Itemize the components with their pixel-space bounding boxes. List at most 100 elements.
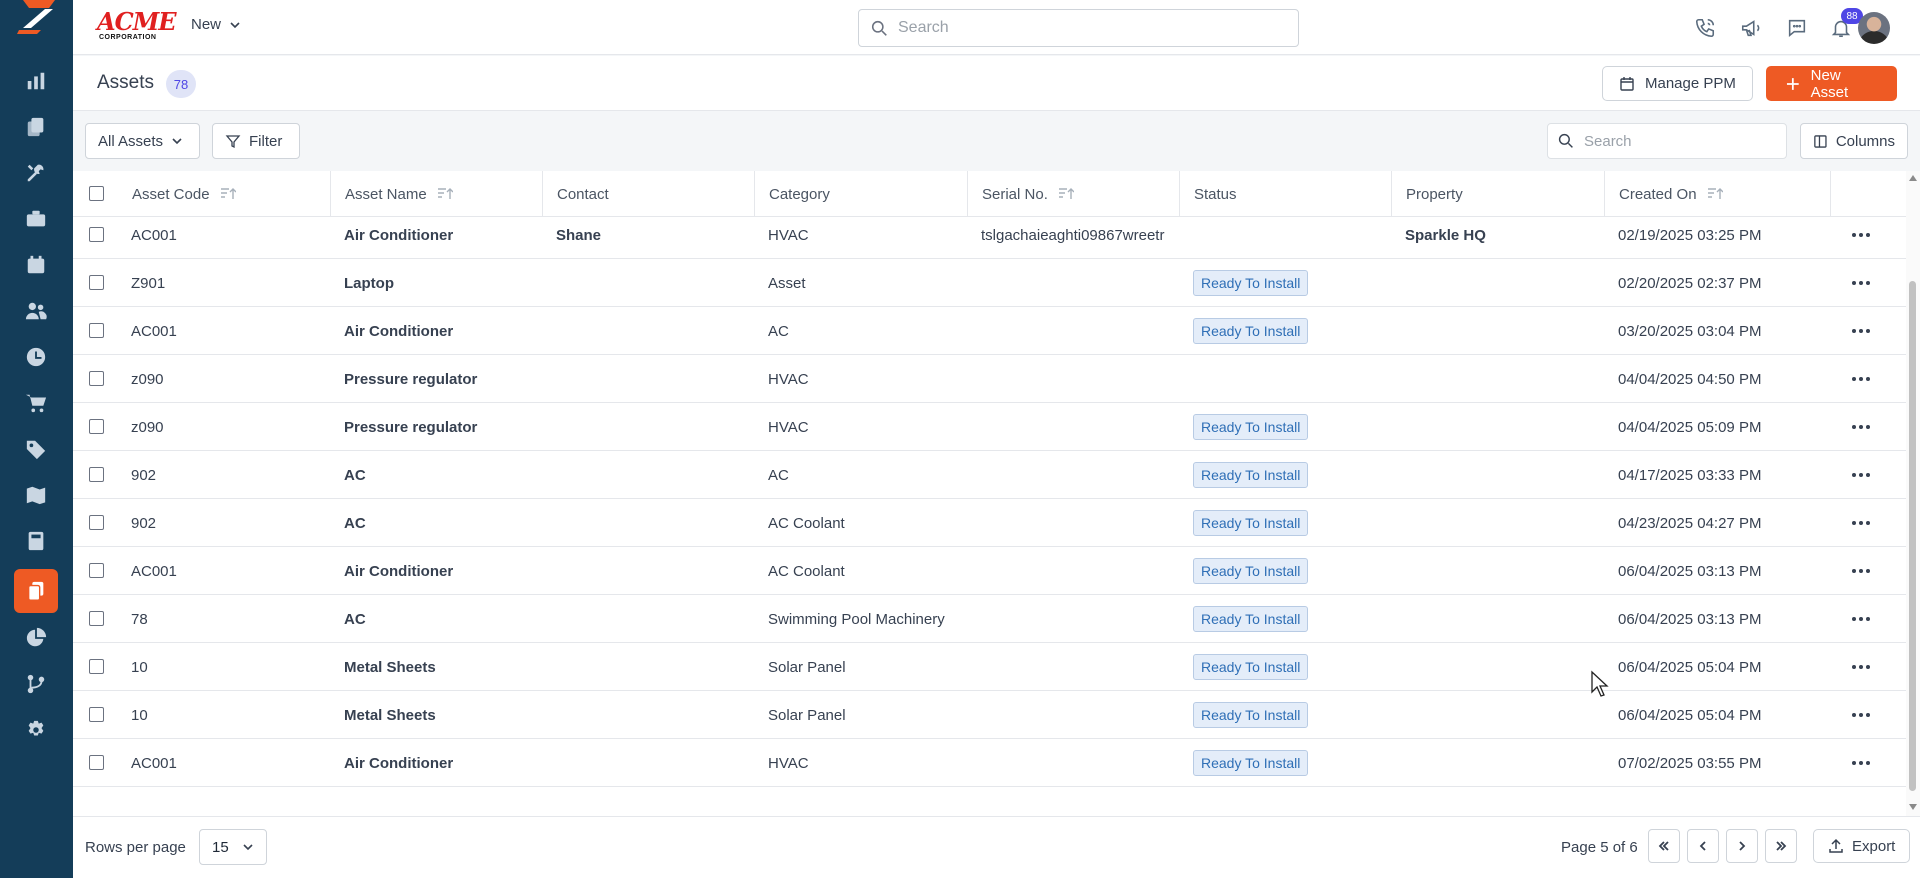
row-checkbox[interactable] — [89, 611, 104, 626]
sidebar-item-calendar[interactable] — [14, 243, 58, 287]
sidebar-item-pie-chart[interactable] — [14, 616, 58, 660]
first-page-button[interactable] — [1648, 829, 1680, 863]
row-checkbox[interactable] — [89, 755, 104, 770]
phone-icon[interactable] — [1691, 14, 1719, 42]
row-actions-menu-icon[interactable] — [1852, 403, 1870, 451]
sort-icon[interactable] — [220, 187, 236, 201]
row-actions-menu-icon[interactable] — [1852, 355, 1870, 403]
created-cell: 06/04/2025 03:13 PM — [1618, 610, 1762, 628]
row-actions-menu-icon[interactable] — [1852, 595, 1870, 643]
row-checkbox[interactable] — [89, 419, 104, 434]
row-actions-menu-icon[interactable] — [1852, 739, 1870, 787]
sort-icon[interactable] — [1707, 187, 1723, 201]
previous-page-button[interactable] — [1687, 829, 1719, 863]
sidebar-item-tag[interactable] — [14, 427, 58, 471]
table-row[interactable]: Z901 Laptop Asset Ready To Install 02/20/202… — [73, 259, 1906, 307]
bell-icon[interactable]: 88 — [1827, 8, 1863, 42]
view-selector[interactable]: All Assets — [85, 123, 200, 159]
sort-icon[interactable] — [437, 187, 453, 201]
row-checkbox[interactable] — [89, 659, 104, 674]
sidebar-item-clock[interactable] — [14, 335, 58, 379]
sidebar-item-assets[interactable] — [14, 569, 58, 613]
row-checkbox[interactable] — [89, 563, 104, 578]
calendar-icon — [27, 255, 45, 274]
table-row[interactable]: 10 Metal Sheets Solar Panel Ready To Instal… — [73, 691, 1906, 739]
column-header-status[interactable]: Status — [1179, 171, 1391, 217]
rows-per-page-select[interactable]: 15 — [199, 829, 267, 865]
table-row[interactable]: z090 Pressure regulator HVAC 04/04/2025 04:… — [73, 355, 1906, 403]
sort-icon[interactable] — [1058, 187, 1074, 201]
sidebar-item-people[interactable] — [14, 289, 58, 333]
table-row[interactable]: 902 AC AC Coolant Ready To Install 04/23/202… — [73, 499, 1906, 547]
manage-ppm-button[interactable]: Manage PPM — [1602, 66, 1753, 101]
row-actions-menu-icon[interactable] — [1852, 451, 1870, 499]
column-header-asset-name[interactable]: Asset Name — [330, 171, 542, 217]
table-row[interactable]: AC001 Air Conditioner AC Ready To Install 03… — [73, 307, 1906, 355]
created-cell: 04/17/2025 03:33 PM — [1618, 466, 1762, 484]
row-checkbox[interactable] — [89, 275, 104, 290]
sidebar-item-workflow[interactable] — [14, 662, 58, 706]
table-row[interactable]: AC001 Air Conditioner AC Coolant Ready To I… — [73, 547, 1906, 595]
scroll-down-arrow[interactable] — [1909, 804, 1917, 810]
search-icon — [871, 20, 887, 36]
chat-icon[interactable] — [1783, 14, 1811, 42]
sidebar-item-dashboard[interactable] — [14, 59, 58, 103]
scrollbar-thumb[interactable] — [1909, 281, 1916, 791]
new-menu-button[interactable]: New — [191, 16, 241, 33]
sidebar-item-map[interactable] — [14, 473, 58, 517]
table-row[interactable]: 10 Metal Sheets Solar Panel Ready To Instal… — [73, 643, 1906, 691]
vertical-scrollbar[interactable] — [1906, 171, 1920, 816]
row-actions-menu-icon[interactable] — [1852, 211, 1870, 259]
row-checkbox[interactable] — [89, 515, 104, 530]
column-header-property[interactable]: Property — [1391, 171, 1603, 217]
column-header-created-on[interactable]: Created On — [1604, 171, 1816, 217]
row-actions-menu-icon[interactable] — [1852, 259, 1870, 307]
avatar[interactable] — [1858, 12, 1890, 44]
megaphone-icon[interactable] — [1737, 14, 1765, 42]
row-checkbox[interactable] — [89, 467, 104, 482]
app-logo[interactable] — [0, 0, 73, 36]
row-actions-menu-icon[interactable] — [1852, 643, 1870, 691]
global-search-input[interactable] — [898, 19, 1278, 37]
row-checkbox[interactable] — [89, 323, 104, 338]
row-actions-menu-icon[interactable] — [1852, 499, 1870, 547]
table-toolbar: All Assets Filter Columns — [73, 111, 1920, 170]
sidebar-item-work-orders[interactable] — [14, 105, 58, 149]
last-page-button[interactable] — [1765, 829, 1797, 863]
row-actions-menu-icon[interactable] — [1852, 691, 1870, 739]
sidebar-item-settings[interactable] — [14, 708, 58, 752]
filter-button[interactable]: Filter — [212, 123, 300, 159]
column-header-serial-no[interactable]: Serial No. — [967, 171, 1179, 217]
table-row[interactable]: AC001 Air Conditioner HVAC Ready To Install… — [73, 739, 1906, 787]
export-button[interactable]: Export — [1813, 829, 1911, 863]
column-header-asset-code[interactable]: Asset Code — [118, 171, 330, 217]
sidebar-item-calculator[interactable] — [14, 519, 58, 563]
select-all-checkbox[interactable] — [89, 186, 104, 201]
columns-button[interactable]: Columns — [1800, 123, 1908, 159]
sidebar-item-tools[interactable] — [14, 151, 58, 195]
row-checkbox[interactable] — [89, 707, 104, 722]
row-checkbox[interactable] — [89, 227, 104, 242]
table-row[interactable]: 78 AC Swimming Pool Machinery Ready To Inst… — [73, 595, 1906, 643]
row-checkbox[interactable] — [89, 371, 104, 386]
next-page-button[interactable] — [1726, 829, 1758, 863]
column-header-category[interactable]: Category — [754, 171, 966, 217]
column-header-contact[interactable]: Contact — [542, 171, 754, 217]
global-search[interactable] — [858, 9, 1299, 47]
table-search-input[interactable] — [1584, 132, 1774, 150]
asset-count-badge: 78 — [166, 70, 196, 98]
table-row[interactable]: AC001 Air Conditioner Shane HVAC tslgachaiea… — [73, 211, 1906, 259]
calculator-icon — [28, 531, 44, 551]
table-row[interactable]: 902 AC AC Ready To Install 04/17/2025 03:33 … — [73, 451, 1906, 499]
table-search[interactable] — [1547, 123, 1787, 159]
sidebar-item-cart[interactable] — [14, 381, 58, 425]
sidebar-item-briefcase[interactable] — [14, 197, 58, 241]
category-cell: AC — [768, 466, 789, 484]
scroll-up-arrow[interactable] — [1909, 175, 1917, 181]
row-actions-menu-icon[interactable] — [1852, 307, 1870, 355]
new-asset-button[interactable]: New Asset — [1766, 66, 1897, 101]
company-logo[interactable]: ACME CORPORATION — [97, 10, 177, 42]
table-row[interactable]: z090 Pressure regulator HVAC Ready To Insta… — [73, 403, 1906, 451]
code-cell: AC001 — [131, 562, 177, 580]
row-actions-menu-icon[interactable] — [1852, 547, 1870, 595]
